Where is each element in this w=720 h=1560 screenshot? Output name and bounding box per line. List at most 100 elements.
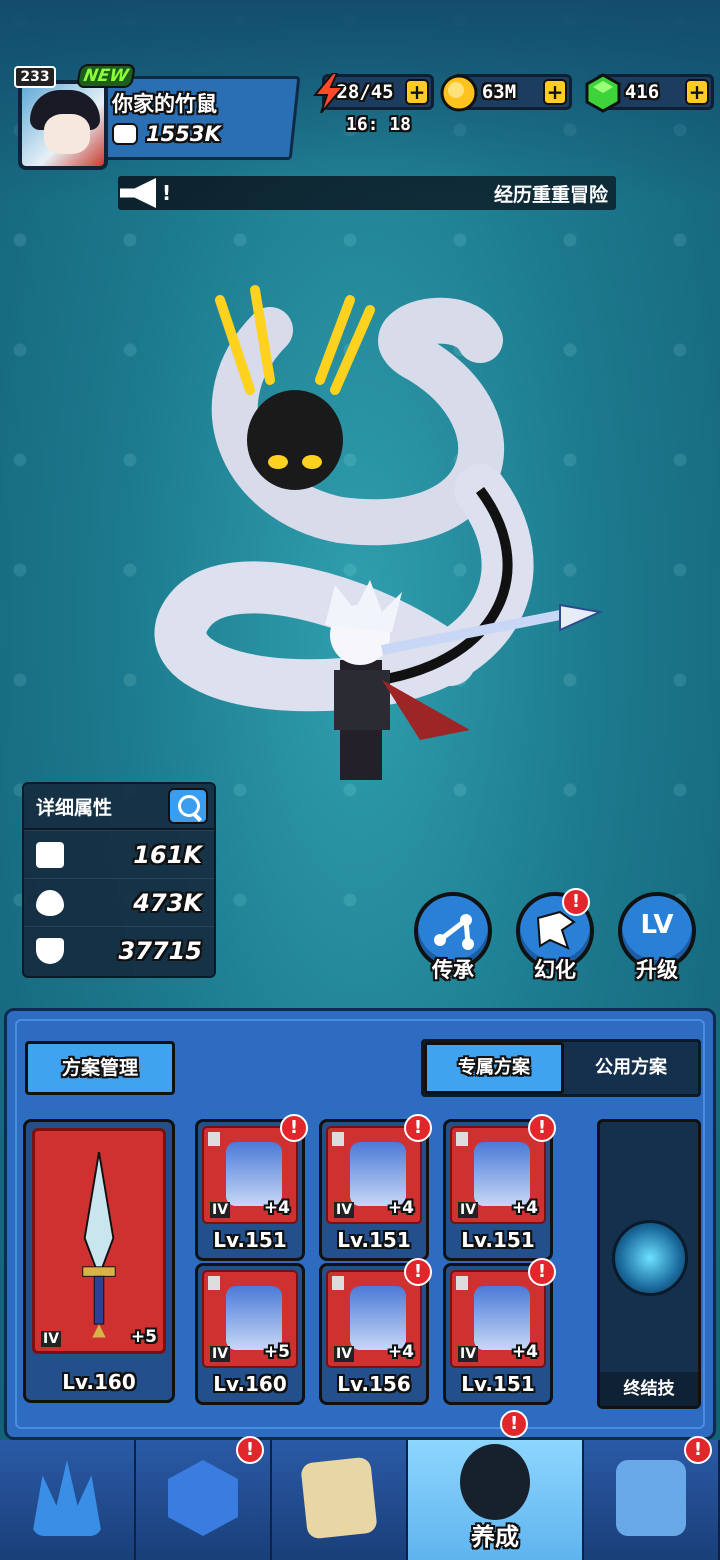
- treasure-map-icon: [300, 1456, 378, 1540]
- stat-row-defense: 37715: [24, 926, 214, 974]
- heart-icon: [36, 889, 64, 916]
- stat-row-attack: 161K: [24, 830, 214, 878]
- player-name: 你家的竹鼠: [112, 92, 217, 116]
- bottom-navigation: ! ! 养成 !: [0, 1410, 720, 1560]
- megaphone-icon: [120, 178, 156, 208]
- gear-alert-badge: !: [404, 1114, 432, 1142]
- fist-icon: [112, 123, 138, 145]
- slot-icon: [332, 1132, 344, 1146]
- energy-timer: 16: 18: [346, 114, 412, 135]
- level-up-label: 升级: [636, 958, 678, 982]
- weapon-slot[interactable]: IV +5 Lv.160: [23, 1119, 175, 1403]
- gear-plus: +4: [263, 1198, 290, 1218]
- gear-card: IV +4: [326, 1126, 422, 1224]
- green-gem-icon: [585, 73, 621, 113]
- defense-value: 37715: [118, 936, 203, 965]
- nav-item-cultivate[interactable]: ! 养成: [407, 1410, 585, 1560]
- weapon-plus: +5: [130, 1327, 157, 1347]
- gear-plus: +4: [387, 1342, 414, 1362]
- gear-slot-legs[interactable]: IV +4 Lv.151 !: [443, 1114, 556, 1261]
- nav-alert-badge: !: [235, 1436, 264, 1464]
- gear-card: IV +4: [202, 1126, 298, 1224]
- crown-icon: [31, 1460, 102, 1536]
- spear-icon: [82, 1152, 116, 1338]
- nav-item-crown[interactable]: [0, 1440, 136, 1560]
- weapon-card: IV +5: [32, 1128, 166, 1354]
- gear-alert-badge: !: [528, 1258, 556, 1286]
- gear-level: Lv.151: [337, 1228, 411, 1252]
- ultimate-skill-slot[interactable]: 终结技: [597, 1119, 701, 1409]
- gear-plus: +4: [387, 1198, 414, 1218]
- level-up-button[interactable]: LV 升级: [614, 892, 700, 982]
- gear-tier: IV: [334, 1346, 355, 1362]
- nav-item-upgrade[interactable]: !: [135, 1436, 272, 1560]
- transform-label: 幻化: [534, 958, 576, 982]
- yin-yang-orb-icon: [612, 1220, 688, 1296]
- energy-plus-button[interactable]: +: [405, 79, 429, 105]
- gem-counter: 416 +: [585, 73, 714, 113]
- chest-armor-icon: [350, 1142, 406, 1206]
- gem-plus-button[interactable]: +: [685, 79, 709, 105]
- gear-level: Lv.151: [461, 1228, 535, 1252]
- gear-plus: +5: [263, 1342, 290, 1362]
- helmet-icon: [226, 1142, 282, 1206]
- new-badge: NEW: [75, 64, 137, 88]
- stat-row-health: 473K: [24, 878, 214, 926]
- gear-tier: IV: [334, 1202, 355, 1218]
- gear-level: Lv.160: [213, 1372, 287, 1396]
- detail-stats-panel: 详细属性 161K 473K 37715: [22, 782, 216, 978]
- cultivate-character-icon: [459, 1444, 530, 1520]
- gear-plus: +4: [511, 1342, 538, 1362]
- leg-armor-icon: [474, 1142, 530, 1206]
- scheme-manage-button[interactable]: 方案管理: [25, 1041, 175, 1095]
- energy-counter: 28/45 +: [312, 73, 434, 113]
- gear-slot-chest[interactable]: IV +4 Lv.151 !: [319, 1114, 432, 1261]
- inherit-button[interactable]: 传承: [410, 892, 496, 982]
- gold-plus-button[interactable]: +: [543, 79, 567, 105]
- weapon-tier: IV: [41, 1331, 62, 1347]
- amulet-icon: [474, 1286, 530, 1350]
- tab-exclusive-scheme[interactable]: 专属方案: [424, 1042, 564, 1094]
- dragon-eye-left: [268, 455, 288, 469]
- gear-alert-badge: !: [404, 1258, 432, 1286]
- player-profile[interactable]: 233 NEW 你家的竹鼠 1553K: [14, 64, 301, 170]
- rune-upgrade-icon: [167, 1460, 238, 1536]
- gear-level: Lv.151: [461, 1372, 535, 1396]
- slot-icon: [332, 1276, 344, 1290]
- gold-coin-icon: [440, 74, 478, 112]
- search-icon[interactable]: [168, 788, 208, 824]
- gear-tier: IV: [458, 1346, 479, 1362]
- gear-slot-boots[interactable]: IV +4 Lv.156 !: [319, 1258, 432, 1405]
- gauntlet-icon: [226, 1286, 282, 1350]
- player-level-badge: 233: [14, 66, 56, 88]
- gear-slot-helmet[interactable]: IV +4 Lv.151 !: [195, 1114, 308, 1261]
- nav-active-label: 养成: [470, 1523, 519, 1551]
- gear-plus: +4: [511, 1198, 538, 1218]
- gear-slot-gloves[interactable]: IV +5 Lv.160: [195, 1263, 305, 1405]
- transform-button[interactable]: 幻化 !: [512, 888, 598, 982]
- avatar[interactable]: [18, 80, 108, 170]
- gear-alert-badge: !: [528, 1114, 556, 1142]
- scheme-tabs: 专属方案 公用方案: [421, 1039, 701, 1097]
- level-up-glyph: LV: [640, 910, 674, 940]
- dragon-head: [247, 390, 343, 490]
- gear-slot-amulet[interactable]: IV +4 Lv.151 !: [443, 1258, 556, 1405]
- broadcast-bar[interactable]: ! 经历重重冒险: [118, 176, 616, 210]
- gear-level: Lv.151: [213, 1228, 287, 1252]
- equipment-panel: 方案管理 专属方案 公用方案 IV +5 Lv.160 IV +4 Lv.151 …: [4, 1008, 716, 1440]
- slot-icon: [456, 1276, 468, 1290]
- gear-tier: IV: [210, 1346, 231, 1362]
- nav-item-map[interactable]: [271, 1440, 408, 1560]
- attack-value: 161K: [133, 840, 202, 869]
- nav-alert-badge: !: [684, 1436, 713, 1464]
- gear-card: IV +4: [326, 1270, 422, 1368]
- slot-icon: [456, 1132, 468, 1146]
- nav-item-shop[interactable]: !: [584, 1436, 720, 1560]
- tab-public-scheme[interactable]: 公用方案: [564, 1042, 698, 1094]
- shield-icon: [36, 937, 64, 964]
- health-value: 473K: [133, 888, 202, 917]
- gold-counter: 63M +: [440, 74, 572, 112]
- gear-card: IV +4: [450, 1270, 546, 1368]
- gear-card: IV +5: [202, 1270, 298, 1368]
- boots-icon: [350, 1286, 406, 1350]
